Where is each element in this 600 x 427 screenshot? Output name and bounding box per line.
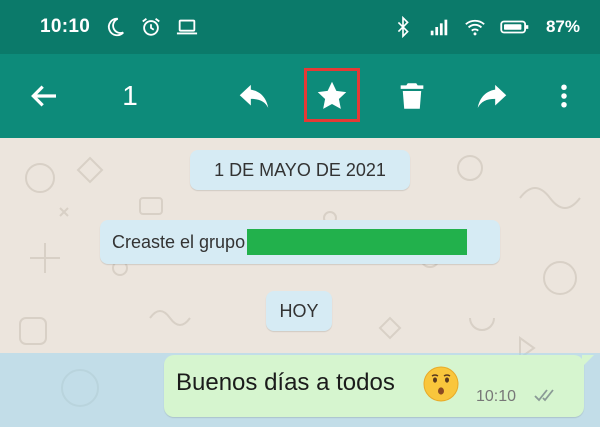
battery-percentage: 87%: [545, 17, 580, 36]
double-check-icon: [534, 389, 554, 402]
signal-icon: [430, 19, 448, 36]
kissing-face-emoji-icon: [423, 366, 459, 402]
system-message-text: Creaste el grupo: [112, 231, 246, 252]
battery-icon: [500, 20, 529, 34]
wifi-icon: [465, 19, 485, 36]
redacted-group-name: [247, 229, 468, 255]
more-options-button[interactable]: [534, 54, 594, 138]
date-separator: 1 DE MAYO DE 2021: [190, 150, 410, 190]
reply-icon: [239, 84, 269, 108]
delete-button[interactable]: [382, 54, 442, 138]
more-icon: [561, 84, 567, 108]
status-time: 10:10: [40, 16, 91, 37]
date-label: 1 DE MAYO DE 2021: [214, 159, 386, 180]
reply-button[interactable]: [224, 54, 284, 138]
bubble-tail: [582, 355, 594, 367]
moon-icon: [108, 17, 125, 37]
back-arrow-icon: [31, 85, 56, 107]
message-text: Buenos días a todos: [176, 369, 395, 396]
status-bar-right: 87%: [392, 16, 580, 38]
selected-count: 1: [122, 80, 138, 111]
back-button[interactable]: [14, 54, 74, 138]
today-separator: HOY: [266, 291, 332, 331]
system-message: Creaste el grupo: [100, 220, 500, 264]
status-bar: 10:10 87%: [0, 0, 600, 54]
forward-button[interactable]: [462, 54, 522, 138]
outgoing-message-bubble[interactable]: Buenos días a todos 10:10: [164, 355, 594, 417]
laptop-icon: [177, 19, 198, 35]
alarm-icon: [142, 18, 160, 36]
chat-area[interactable]: 1 DE MAYO DE 2021 Creaste el grupo HOY B…: [0, 138, 600, 427]
message-time: 10:10: [476, 388, 517, 405]
forward-icon: [477, 84, 507, 108]
bluetooth-icon: [397, 16, 409, 38]
star-button[interactable]: [302, 54, 362, 138]
delete-icon: [400, 83, 424, 109]
today-label: HOY: [279, 300, 319, 321]
status-bar-left: 10:10: [40, 16, 198, 38]
selection-toolbar: 1: [0, 54, 600, 138]
star-icon: [317, 81, 347, 109]
